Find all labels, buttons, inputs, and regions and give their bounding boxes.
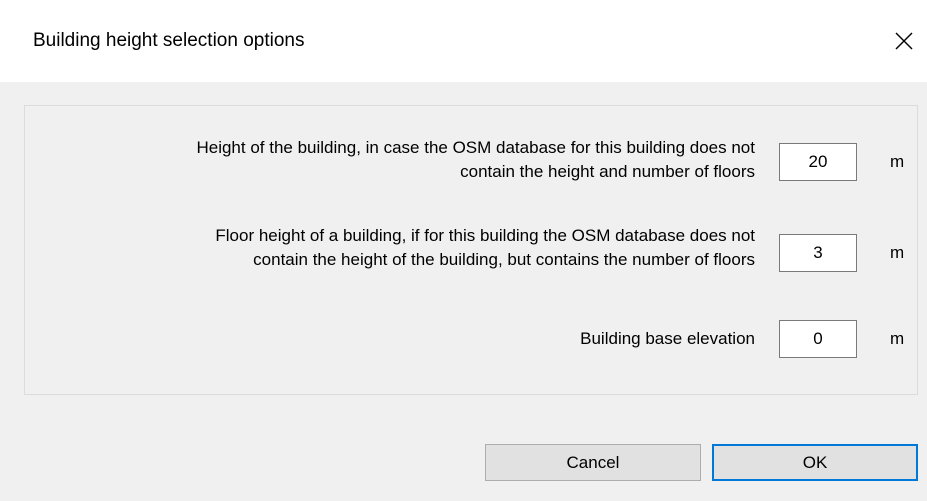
cancel-button[interactable]: Cancel (485, 444, 701, 481)
building-height-label-line1: Height of the building, in case the OSM … (196, 138, 755, 157)
base-elevation-unit: m (890, 329, 905, 348)
building-height-unit: m (890, 152, 905, 171)
close-button[interactable] (886, 23, 922, 59)
floor-height-input[interactable] (779, 234, 857, 272)
ok-button[interactable]: OK (712, 444, 918, 481)
building-height-label-line2: contain the height and number of floors (460, 162, 755, 181)
building-height-label: Height of the building, in case the OSM … (196, 136, 755, 184)
floor-height-unit: m (890, 243, 905, 262)
floor-height-label-line2: contain the height of the building, but … (253, 250, 755, 269)
building-height-input[interactable] (779, 143, 857, 181)
dialog-title: Building height selection options (33, 30, 305, 51)
floor-height-label: Floor height of a building, if for this … (215, 224, 755, 272)
title-bar: Building height selection options (0, 0, 927, 82)
base-elevation-label: Building base elevation (580, 327, 755, 351)
dialog-window: Building height selection options Height… (0, 0, 927, 501)
base-elevation-input[interactable] (779, 320, 857, 358)
base-elevation-label-line1: Building base elevation (580, 329, 755, 348)
floor-height-label-line1: Floor height of a building, if for this … (215, 226, 755, 245)
close-icon (895, 32, 913, 50)
